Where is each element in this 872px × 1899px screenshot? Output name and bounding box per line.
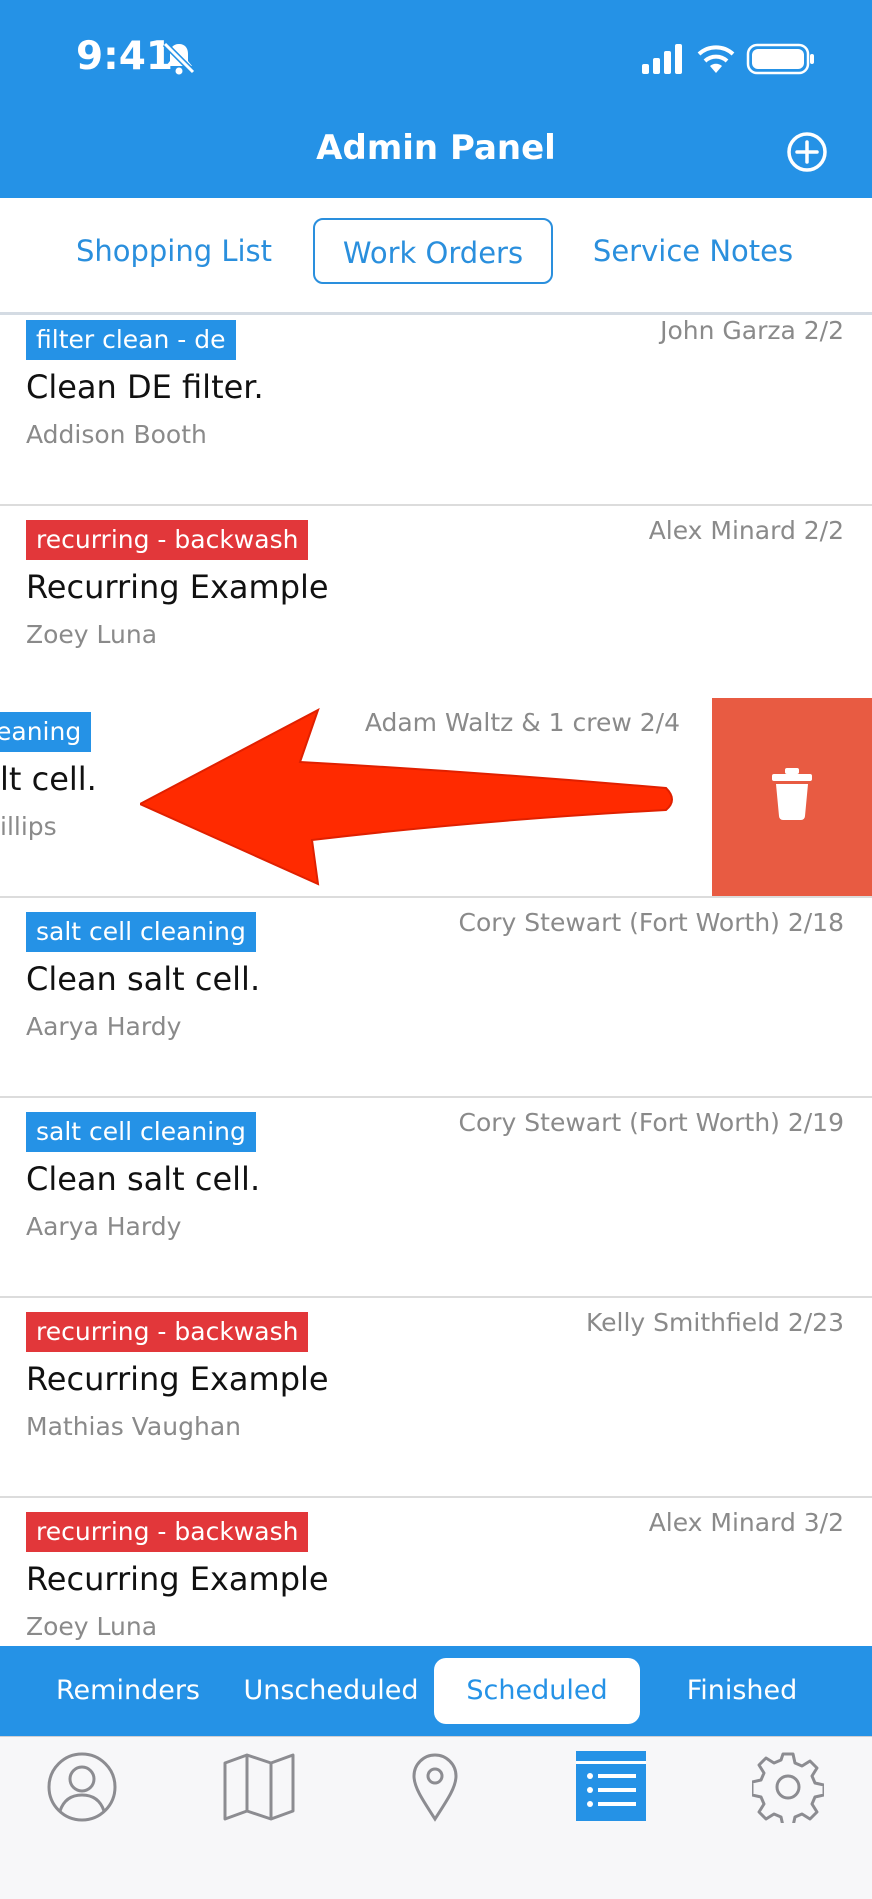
map-icon[interactable]	[222, 1751, 296, 1823]
list-item[interactable]: recurring - backwash Alex Minard 3/2 Rec…	[0, 1498, 872, 1646]
list-item[interactable]: recurring - backwash Kelly Smithfield 2/…	[0, 1298, 872, 1498]
customer-name: Aarya Hardy	[26, 1012, 182, 1041]
order-title: Clean salt cell.	[26, 960, 261, 998]
customer-name: Mathias Vaughan	[26, 1412, 241, 1441]
category-tag: salt cell cleaning	[26, 1112, 256, 1152]
category-tag: recurring - backwash	[26, 1512, 309, 1552]
swipe-left-arrow-icon	[140, 708, 673, 886]
technician-date: Cory Stewart (Fort Worth) 2/19	[458, 1108, 845, 1137]
filter-finished[interactable]: Finished	[644, 1658, 840, 1724]
tab-service-notes[interactable]: Service Notes	[573, 218, 813, 284]
status-time: 9:41	[76, 34, 174, 79]
delete-button[interactable]	[712, 698, 872, 896]
tab-bar	[0, 1736, 872, 1899]
filter-unscheduled[interactable]: Unscheduled	[236, 1658, 426, 1724]
technician-date: Cory Stewart (Fort Worth) 2/18	[458, 908, 845, 937]
technician-date: John Garza 2/2	[660, 316, 844, 345]
technician-date: Kelly Smithfield 2/23	[585, 1308, 844, 1337]
order-title: Clean DE filter.	[26, 368, 264, 406]
category-tag: filter clean - de	[26, 320, 236, 360]
customer-name: Zoey Luna	[26, 1612, 158, 1641]
page-title: Admin Panel	[316, 128, 556, 168]
customer-name: Zoey Luna	[26, 620, 158, 649]
segmented-control: Shopping List Work Orders Service Notes	[0, 198, 872, 315]
order-title: lt cell.	[0, 760, 97, 798]
customer-name: Aarya Hardy	[26, 1212, 182, 1241]
list-item[interactable]: salt cell cleaning Cory Stewart (Fort Wo…	[0, 898, 872, 1098]
filter-scheduled[interactable]: Scheduled	[434, 1658, 640, 1724]
order-title: Recurring Example	[26, 568, 329, 606]
bell-slash-icon	[162, 41, 196, 75]
category-tag: recurring - backwash	[26, 1312, 309, 1352]
category-tag: recurring - backwash	[26, 520, 309, 560]
location-pin-icon[interactable]	[410, 1751, 460, 1823]
order-title: Clean salt cell.	[26, 1160, 261, 1198]
category-tag: eaning	[0, 712, 92, 752]
list-item[interactable]: salt cell cleaning Cory Stewart (Fort Wo…	[0, 1098, 872, 1298]
category-tag: salt cell cleaning	[26, 912, 256, 952]
filter-bar: Reminders Unscheduled Scheduled Finished	[0, 1646, 872, 1736]
order-title: Recurring Example	[26, 1560, 329, 1598]
customer-name: Addison Booth	[26, 420, 207, 449]
order-title: Recurring Example	[26, 1360, 329, 1398]
work-order-list: filter clean - de John Garza 2/2 Clean D…	[0, 316, 872, 1646]
tab-shopping-list[interactable]: Shopping List	[54, 218, 294, 284]
technician-date: Alex Minard 2/2	[648, 516, 844, 545]
header: 9:41 Admin Panel	[0, 0, 872, 198]
person-icon[interactable]	[46, 1751, 118, 1823]
status-indicators-icon	[642, 43, 814, 75]
trash-icon	[772, 768, 812, 820]
list-item[interactable]: recurring - backwash Alex Minard 2/2 Rec…	[0, 506, 872, 706]
technician-date: Alex Minard 3/2	[648, 1508, 844, 1537]
gear-icon[interactable]	[752, 1751, 824, 1823]
customer-name: illips	[0, 812, 57, 841]
list-item[interactable]: filter clean - de John Garza 2/2 Clean D…	[0, 316, 872, 506]
list-icon[interactable]	[576, 1751, 646, 1821]
filter-reminders[interactable]: Reminders	[28, 1658, 228, 1724]
tab-work-orders[interactable]: Work Orders	[313, 218, 553, 284]
add-icon[interactable]	[786, 131, 828, 173]
